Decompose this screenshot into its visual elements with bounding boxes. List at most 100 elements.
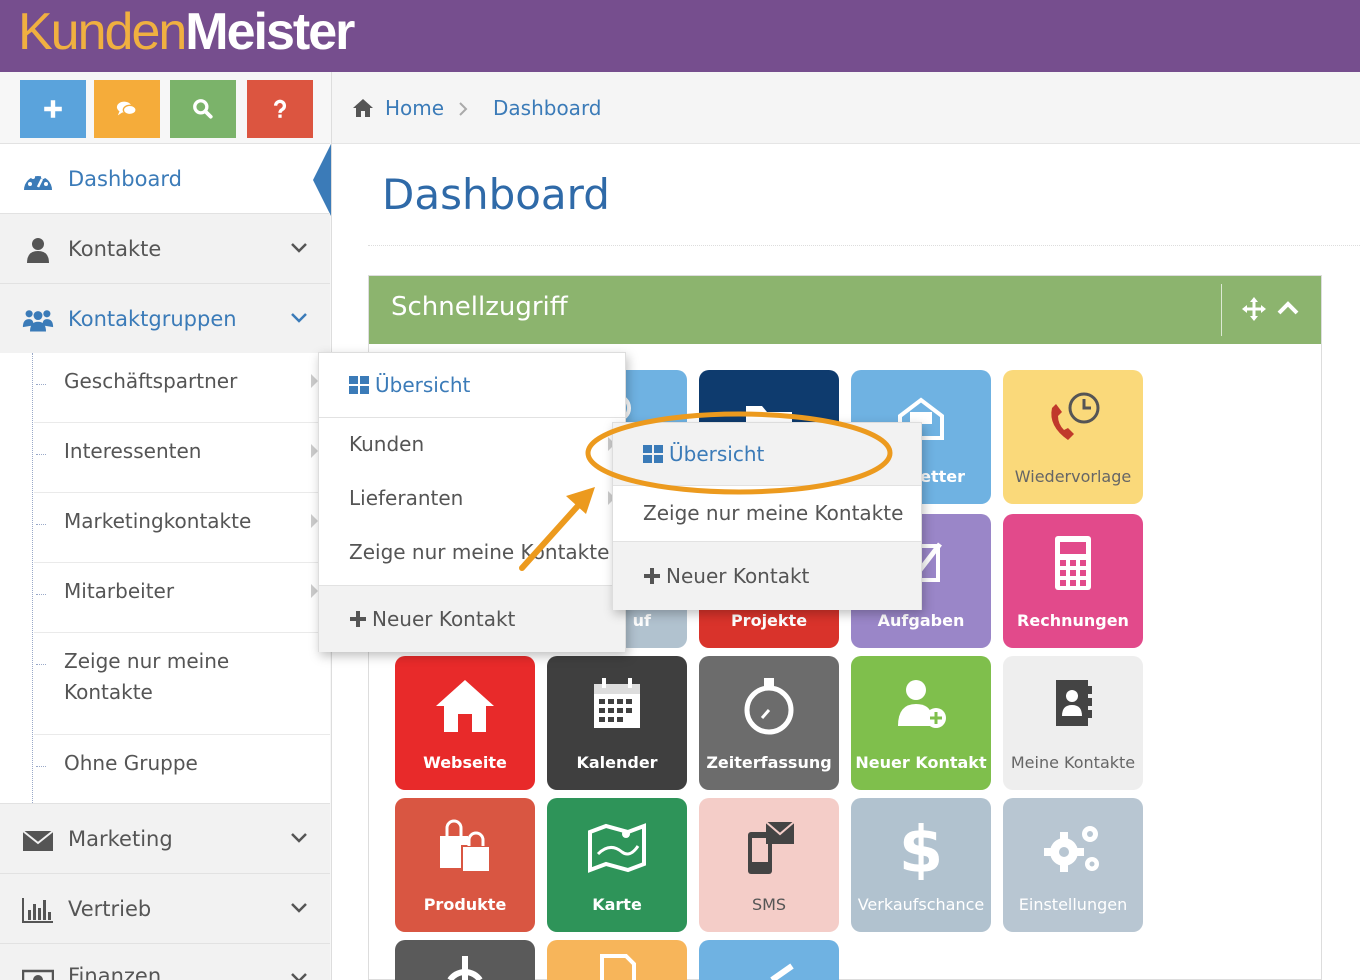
breadcrumb-home-link[interactable]: Home [385,96,444,120]
tile-karte[interactable]: Karte [547,798,687,932]
bar-chart-icon [22,898,53,923]
sidebar-item-label: Kontaktgruppen [68,306,237,331]
sub-item-meine-kontakte[interactable]: Zeige nur meine Kontakte [34,633,330,735]
chevron-down-icon [291,313,307,323]
help-button[interactable] [247,80,313,138]
sub-item-label: Ohne Gruppe [64,751,198,775]
tile-label: Projekte [730,611,808,630]
menu-item-label: Übersicht [669,442,765,466]
logo-part2: Meister [185,3,355,61]
envelope-icon [22,830,54,851]
tile-einstellungen[interactable]: Einstellungen [1003,798,1143,932]
sub-item-ohne-gruppe[interactable]: Ohne Gruppe [34,735,330,803]
page-title: Dashboard [382,170,610,219]
sub-item-label: Interessenten [64,439,202,463]
search-icon [193,99,213,119]
tile-meine-kontakte[interactable]: Meine Kontakte [1003,656,1143,790]
tile-label: Verkaufschance [857,895,985,914]
sub-item-geschaeftspartner[interactable]: Geschäftspartner [34,353,330,423]
tree-dash [36,766,46,767]
menu-item-uebersicht[interactable]: Übersicht [613,423,921,485]
chevron-down-icon [291,243,307,253]
tile-produkte[interactable]: Produkte [395,798,535,932]
menu-item-lieferanten[interactable]: Lieferanten [319,471,625,525]
tile-rechnungen[interactable]: Rechnungen [1003,514,1143,648]
tile-label: Kalender [576,753,658,772]
tile-power[interactable] [395,940,535,980]
menu-item-neuer-kontakt[interactable]: Neuer Kontakt [319,586,625,652]
map-icon [547,812,687,882]
sidebar-item-label: Marketing [68,826,173,851]
dashboard-icon [24,172,52,190]
active-indicator [313,144,331,216]
calendar-icon [547,670,687,740]
menu-item-label: Zeige nur meine Kontakte [643,501,904,525]
menu-item-kunden[interactable]: Kunden [319,417,625,471]
menu-item-neuer-kontakt[interactable]: Neuer Kontakt [613,542,921,610]
search-button[interactable] [170,80,236,138]
menu-item-uebersicht[interactable]: Übersicht [319,353,625,417]
app-logo[interactable]: KundenMeister [18,2,355,62]
breadcrumb: Home Dashboard [332,72,1360,144]
tile-zeiterfassung[interactable]: Zeiterfassung [699,656,839,790]
kontaktgruppen-submenu: Geschäftspartner Interessenten Marketing… [0,353,330,803]
divider [1221,284,1222,336]
tile-kalender[interactable]: Kalender [547,656,687,790]
tile-wiedervorlage[interactable]: Wiedervorlage [1003,370,1143,504]
chevron-right-icon [459,102,468,116]
caret-right-icon [311,514,318,528]
sub-item-marketingkontakte[interactable]: Marketingkontakte [34,493,330,563]
user-icon [27,238,49,263]
tile-label: Aufgaben [877,611,965,630]
home-icon [353,99,373,117]
menu-item-label: Neuer Kontakt [372,607,516,631]
sms-icon [699,812,839,882]
menu-item-label: Neuer Kontakt [666,564,810,588]
chevron-down-icon [291,903,307,913]
plus-icon [44,100,62,118]
sidebar-item-marketing[interactable]: Marketing [0,803,330,873]
sidebar-item-finanzen[interactable]: Finanzen [0,943,330,980]
menu-item-label: Lieferanten [349,486,464,510]
tile-check[interactable] [699,940,839,980]
add-button[interactable] [20,80,86,138]
chat-button[interactable] [94,80,160,138]
sub-item-interessenten[interactable]: Interessenten [34,423,330,493]
money-icon [22,969,54,980]
tile-webseite[interactable]: Webseite [395,656,535,790]
tile-verkaufschance[interactable]: $ Verkaufschance [851,798,991,932]
stopwatch-icon [699,670,839,740]
calculator-icon [1003,528,1143,598]
tile-label: Wiedervorlage [1014,467,1132,486]
tile-sms[interactable]: SMS [699,798,839,932]
gears-icon [1003,812,1143,882]
sidebar-item-dashboard[interactable]: Dashboard [0,143,331,216]
sidebar-item-label: Vertrieb [68,896,152,921]
power-icon [447,956,483,980]
tile-label: Meine Kontakte [1010,753,1136,772]
caret-right-icon [311,374,318,388]
sidebar-item-kontakte[interactable]: Kontakte [0,213,330,283]
address-book-icon [1003,670,1143,740]
sub-item-label: Zeige nur meine [64,649,230,673]
tile-label: Webseite [423,753,507,772]
tile-label: Zeiterfassung [706,753,832,772]
chat-icon [116,101,137,116]
shopping-bags-icon [395,812,535,882]
menu-item-meine-kontakte[interactable]: Zeige nur meine Kontakte [613,485,921,541]
tile-label: Produkte [423,895,507,914]
sub-item-mitarbeiter[interactable]: Mitarbeiter [34,563,330,633]
tile-label: Einstellungen [1018,895,1128,914]
move-icon[interactable] [1241,296,1267,322]
sidebar-item-label: Kontakte [68,236,162,261]
kontaktgruppe-dropdown: Übersicht Kunden Lieferanten Zeige nur m… [318,352,626,652]
breadcrumb-current[interactable]: Dashboard [493,96,602,120]
menu-item-meine-kontakte[interactable]: Zeige nur meine Kontakte [319,525,625,579]
sidebar-item-vertrieb[interactable]: Vertrieb [0,873,330,943]
tile-neuer-kontakt[interactable]: Neuer Kontakt [851,656,991,790]
tile-dokument[interactable] [547,940,687,980]
sidebar-item-kontaktgruppen[interactable]: Kontaktgruppen [0,283,330,353]
chevron-up-icon[interactable] [1277,300,1299,316]
shortcut-row [20,80,313,138]
tree-dash [36,454,46,455]
